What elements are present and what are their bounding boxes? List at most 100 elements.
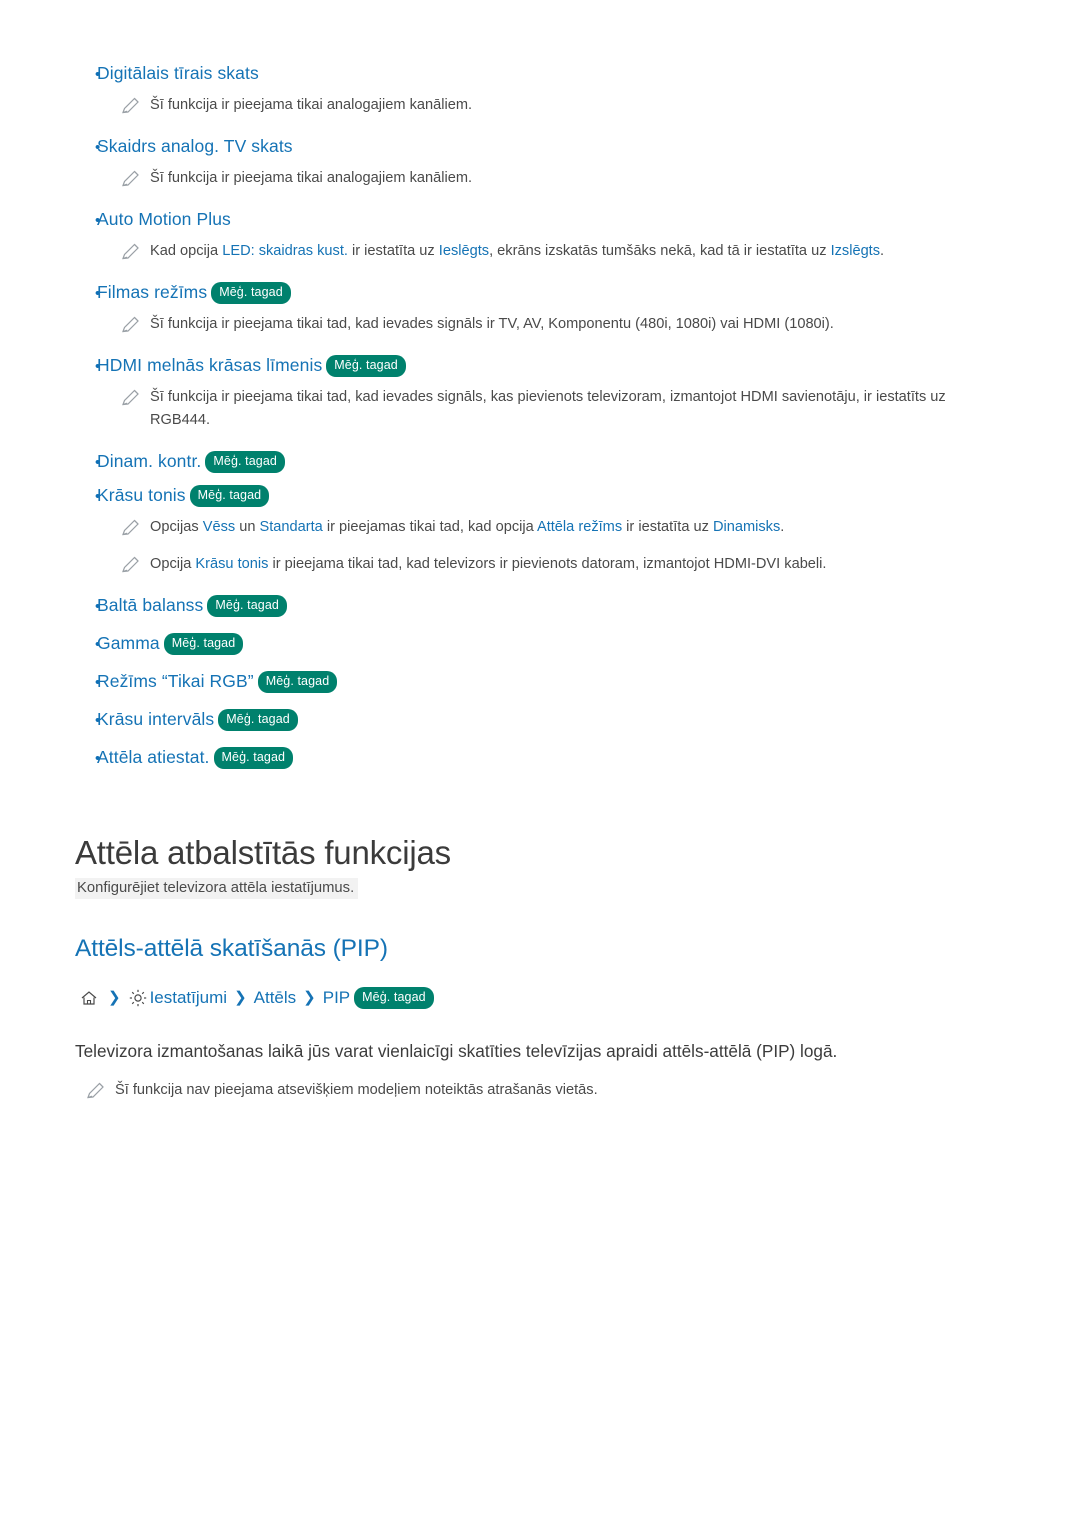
keyword: Dinamisks bbox=[712, 519, 781, 535]
bullet-icon bbox=[75, 135, 97, 161]
keyword: LED: skaidras kust. bbox=[222, 243, 348, 259]
list-item-label: HDMI melnās krāsas līmenis bbox=[97, 355, 323, 375]
note-row: Šī funkcija nav pieejama atsevišķiem mod… bbox=[75, 1079, 1005, 1102]
list-item-label: Krāsu tonis bbox=[97, 485, 186, 505]
list-item-label: Attēla atiestat. bbox=[97, 747, 210, 767]
try-now-badge[interactable]: Mēģ. tagad bbox=[257, 671, 338, 693]
list-item-title: Filmas režīms Mēģ. tagad bbox=[97, 279, 291, 305]
note-fragment: Kad opcija bbox=[150, 243, 223, 259]
try-now-badge[interactable]: Mēģ. tagad bbox=[189, 485, 270, 507]
note-fragment: un bbox=[235, 519, 260, 535]
keyword: Krāsu tonis bbox=[195, 556, 269, 572]
chevron-right-icon: ❯ bbox=[234, 988, 247, 1006]
chevron-right-icon: ❯ bbox=[108, 988, 121, 1006]
note-row: Šī funkcija ir pieejama tikai tad, kad i… bbox=[75, 386, 1005, 432]
try-now-badge[interactable]: Mēģ. tagad bbox=[213, 747, 294, 769]
note-fragment: ir iestatīta uz bbox=[622, 519, 713, 535]
keyword: Izslēgts bbox=[830, 243, 881, 259]
bullet-icon bbox=[75, 746, 97, 772]
page-content: Digitālais tīrais skats Šī funkcija ir p… bbox=[0, 0, 1080, 1102]
keyword: Standarta bbox=[259, 519, 323, 535]
list-item-title: Auto Motion Plus bbox=[97, 209, 231, 229]
try-now-badge[interactable]: Mēģ. tagad bbox=[354, 987, 434, 1009]
bullet-icon bbox=[75, 208, 97, 234]
try-now-badge[interactable]: Mēģ. tagad bbox=[218, 709, 298, 731]
breadcrumb-item-pip[interactable]: PIP bbox=[323, 988, 350, 1008]
note-fragment: ir pieejama tikai tad, kad televizors ir… bbox=[268, 556, 827, 572]
note-row: Šī funkcija ir pieejama tikai analogajie… bbox=[75, 94, 1005, 117]
note-fragment: . bbox=[880, 243, 885, 259]
note-row: Šī funkcija ir pieejama tikai analogajie… bbox=[75, 167, 1005, 190]
try-now-badge[interactable]: Mēģ. tagad bbox=[326, 355, 406, 377]
pencil-icon bbox=[120, 555, 150, 577]
list-item-label: Dinam. kontr. bbox=[97, 451, 202, 471]
list-item-title: HDMI melnās krāsas līmenis Mēģ. tagad bbox=[97, 352, 406, 378]
pencil-icon bbox=[120, 388, 150, 410]
bullet-icon bbox=[75, 450, 97, 476]
note-row: Opcija Krāsu tonis ir pieejama tikai tad… bbox=[75, 553, 1005, 576]
page-title: Attēla atbalstītās funkcijas bbox=[75, 834, 451, 871]
bullet-icon bbox=[75, 594, 97, 620]
list-item: Filmas režīmsMēģ. tagad bbox=[75, 279, 1005, 307]
list-item-title: Skaidrs analog. TV skats bbox=[97, 136, 293, 156]
list-item: Attēla atiestat.Mēģ. tagad bbox=[75, 744, 1005, 772]
home-icon[interactable] bbox=[79, 989, 99, 1007]
list-item: Dinam. kontr.Mēģ. tagad bbox=[75, 448, 1005, 476]
bullet-icon bbox=[75, 281, 97, 307]
list-item-label: Gamma bbox=[97, 633, 160, 653]
list-item-title: Režīms “Tikai RGB” Mēģ. tagad bbox=[97, 668, 338, 694]
bullet-icon bbox=[75, 354, 97, 380]
try-now-badge[interactable]: Mēģ. tagad bbox=[211, 282, 291, 304]
keyword: Vēss bbox=[202, 519, 236, 535]
note-row: Kad opcija LED: skaidras kust. ir iestat… bbox=[75, 240, 1005, 263]
note-row: Opcijas Vēss un Standarta ir pieejamas t… bbox=[75, 516, 1005, 539]
body-paragraph: Televizora izmantošanas laikā jūs varat … bbox=[75, 1040, 838, 1061]
note-fragment: , ekrāns izskatās tumšāks nekā, kad tā i… bbox=[489, 243, 831, 259]
keyword: Ieslēgts bbox=[438, 243, 490, 259]
note-fragment: ir iestatīta uz bbox=[347, 243, 439, 259]
note-text: Šī funkcija ir pieejama tikai tad, kad i… bbox=[150, 389, 946, 428]
list-item-title: Digitālais tīrais skats bbox=[97, 63, 259, 83]
breadcrumb: ❯ Iestatījumi ❯ Attēls ❯ PIP Mēģ. tagad bbox=[79, 987, 1005, 1009]
try-now-badge[interactable]: Mēģ. tagad bbox=[205, 451, 285, 473]
pencil-icon bbox=[85, 1081, 115, 1103]
chevron-right-icon: ❯ bbox=[303, 988, 316, 1006]
note-text: Opcija Krāsu tonis ir pieejama tikai tad… bbox=[150, 553, 826, 576]
pencil-icon bbox=[120, 96, 150, 118]
note-fragment: . bbox=[780, 519, 785, 535]
try-now-badge[interactable]: Mēģ. tagad bbox=[163, 633, 244, 655]
bullet-icon bbox=[75, 670, 97, 696]
list-item-title: Krāsu tonis Mēģ. tagad bbox=[97, 482, 270, 508]
note-fragment: Opcijas bbox=[150, 519, 203, 535]
list-item-title: Gamma Mēģ. tagad bbox=[97, 630, 244, 656]
pencil-icon bbox=[120, 242, 150, 264]
list-item-title: Dinam. kontr. Mēģ. tagad bbox=[97, 448, 285, 474]
breadcrumb-item-picture[interactable]: Attēls bbox=[254, 988, 297, 1008]
list-item-label: Baltā balanss bbox=[97, 595, 204, 615]
list-item-title: Krāsu intervāls Mēģ. tagad bbox=[97, 706, 298, 732]
list-item-label: Filmas režīms bbox=[97, 282, 208, 302]
list-item: Auto Motion Plus bbox=[75, 206, 1005, 234]
list-item: Krāsu intervālsMēģ. tagad bbox=[75, 706, 1005, 734]
note-text: Šī funkcija ir pieejama tikai analogajie… bbox=[150, 170, 473, 186]
bullet-icon bbox=[75, 484, 97, 510]
list-item: Baltā balanssMēģ. tagad bbox=[75, 592, 1005, 620]
note-text: Šī funkcija nav pieejama atsevišķiem mod… bbox=[115, 1081, 598, 1098]
bullet-icon bbox=[75, 62, 97, 88]
note-fragment: Opcija bbox=[150, 556, 196, 572]
page-subtitle: Konfigurējiet televizora attēla iestatīj… bbox=[75, 878, 359, 899]
note-text: Opcijas Vēss un Standarta ir pieejamas t… bbox=[150, 516, 784, 539]
keyword: Attēla režīms bbox=[536, 519, 623, 535]
bullet-icon bbox=[75, 708, 97, 734]
note-text: Kad opcija LED: skaidras kust. ir iestat… bbox=[150, 240, 884, 263]
list-item-title: Attēla atiestat. Mēģ. tagad bbox=[97, 744, 294, 770]
try-now-badge[interactable]: Mēģ. tagad bbox=[207, 595, 287, 617]
list-item: Režīms “Tikai RGB”Mēģ. tagad bbox=[75, 668, 1005, 696]
breadcrumb-item-settings[interactable]: Iestatījumi bbox=[150, 988, 227, 1008]
list-item-label: Režīms “Tikai RGB” bbox=[97, 671, 254, 691]
list-item: HDMI melnās krāsas līmenisMēģ. tagad bbox=[75, 352, 1005, 380]
gear-icon[interactable] bbox=[128, 988, 148, 1008]
list-item-label: Krāsu intervāls bbox=[97, 709, 215, 729]
pencil-icon bbox=[120, 169, 150, 191]
note-text: Šī funkcija ir pieejama tikai tad, kad i… bbox=[150, 316, 834, 332]
